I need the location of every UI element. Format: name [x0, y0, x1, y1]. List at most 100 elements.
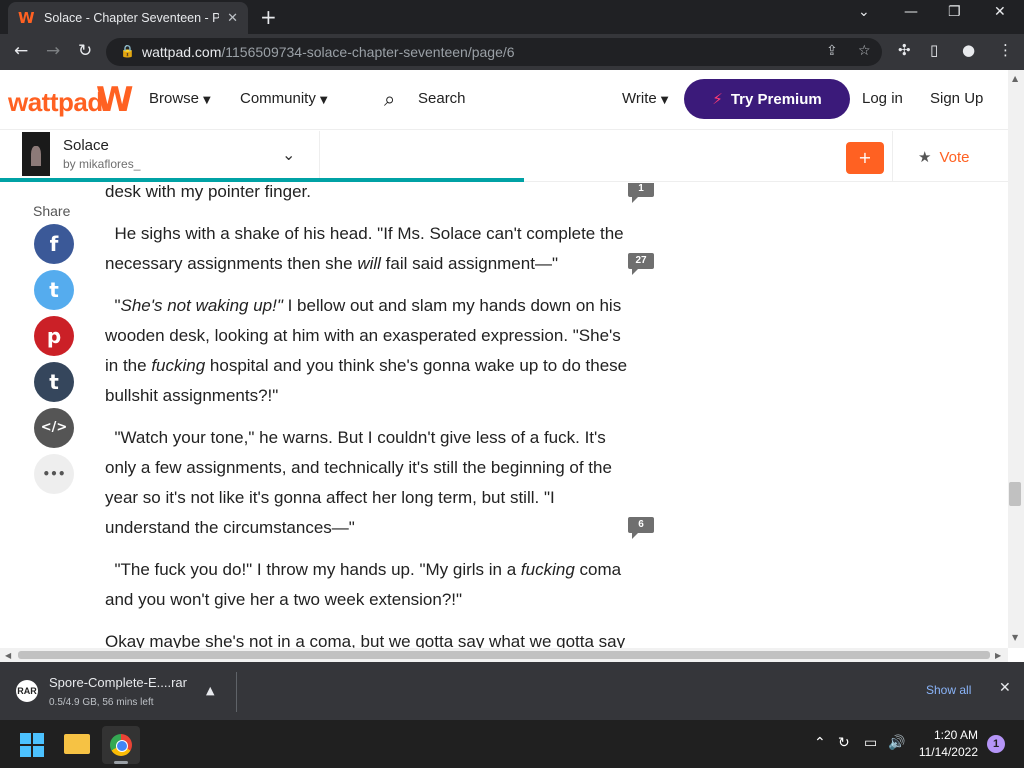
lock-icon[interactable]: 🔒 [120, 44, 135, 58]
search-icon[interactable]: ⌕ [384, 87, 395, 111]
reload-icon[interactable]: ↻ [78, 41, 92, 61]
tab-search-icon[interactable]: ⌄ [858, 4, 870, 20]
pinterest-icon: p [46, 324, 62, 348]
tumblr-icon: t [49, 370, 59, 394]
side-panel-icon[interactable]: ▯ [930, 41, 938, 59]
share-page-icon[interactable]: ⇪ [826, 43, 838, 59]
story-paragraph: "Watch your tone," he warns. But I could… [105, 428, 612, 537]
story-text: desk with my pointer finger. He sighs wi… [105, 183, 630, 648]
facebook-icon: f [49, 232, 59, 256]
browser-tab[interactable]: W Solace - Chapter Seventeen - Pag ✕ [8, 2, 248, 34]
more-share-button[interactable]: ••• [34, 454, 74, 494]
chevron-down-icon[interactable]: ⌄ [282, 145, 295, 164]
story-paragraph: "The fuck you do!" I throw my hands up. … [105, 560, 622, 609]
sync-icon[interactable]: ↻ [838, 735, 850, 751]
embed-share-button[interactable]: </> [34, 408, 74, 448]
minimize-icon[interactable]: — [904, 4, 918, 20]
story-paragraph: Okay maybe she's not in a coma, but we g… [105, 632, 626, 648]
scroll-up-icon[interactable]: ▲ [1012, 74, 1018, 83]
twitter-icon: t [49, 278, 59, 302]
wattpad-logo[interactable]: wattpad [8, 87, 103, 118]
story-paragraph: He sighs with a shake of his head. "If M… [105, 224, 624, 273]
notification-badge[interactable]: 1 [987, 735, 1005, 753]
download-filename[interactable]: Spore-Complete-E....rar [49, 675, 187, 690]
more-icon: ••• [42, 467, 66, 481]
story-author[interactable]: by mikaflores_ [63, 157, 140, 171]
reading-progress-bar [0, 178, 525, 182]
windows-start-icon[interactable] [20, 733, 44, 757]
browse-menu[interactable]: Browse ▼ [149, 90, 211, 107]
pinterest-share-button[interactable]: p [34, 316, 74, 356]
story-title[interactable]: Solace [63, 137, 109, 154]
close-downloads-icon[interactable]: ✕ [999, 680, 1011, 696]
wattpad-favicon-icon: W [18, 9, 35, 27]
windows-taskbar: ⌃ ↻ ▭ 🔊 1:20 AM 11/14/2022 1 [0, 720, 1024, 768]
divider [892, 131, 893, 182]
login-link[interactable]: Log in [862, 90, 903, 107]
chevron-down-icon: ▼ [319, 95, 328, 106]
horizontal-scroll-thumb[interactable] [18, 651, 990, 659]
lightning-icon: ⚡ [712, 90, 723, 108]
story-paragraph: desk with my pointer finger. [105, 183, 311, 201]
inline-comment-badge[interactable]: 27 [628, 253, 654, 275]
community-menu[interactable]: Community ▼ [240, 90, 328, 107]
wattpad-header: wattpad W Browse ▼ Community ▼ ⌕ Search Wr… [0, 70, 1008, 130]
address-bar[interactable]: 🔒 wattpad.com/1156509734-solace-chapter-… [106, 38, 882, 66]
chrome-menu-icon[interactable]: ⋮ [998, 41, 1013, 59]
wattpad-logo-icon[interactable]: W [96, 80, 134, 120]
vertical-scrollbar[interactable] [1008, 70, 1024, 648]
tab-close-icon[interactable]: ✕ [227, 11, 238, 26]
profile-icon[interactable]: ● [962, 41, 975, 59]
try-premium-button[interactable]: ⚡ Try Premium [684, 79, 850, 119]
browser-tab-strip: W Solace - Chapter Seventeen - Pag ✕ + ⌄… [0, 0, 1024, 34]
tray-chevron-icon[interactable]: ⌃ [814, 735, 826, 751]
show-all-downloads-link[interactable]: Show all [926, 683, 971, 697]
browser-toolbar: ← → ↻ 🔒 wattpad.com/1156509734-solace-ch… [0, 34, 1024, 70]
chrome-icon [110, 734, 132, 756]
story-cover[interactable] [22, 132, 50, 176]
network-icon[interactable]: ▭ [864, 735, 877, 751]
chevron-down-icon: ▼ [203, 95, 211, 106]
share-label: Share [33, 203, 71, 219]
forward-icon[interactable]: → [46, 41, 60, 61]
extensions-icon[interactable]: ✣ [898, 41, 911, 59]
scroll-left-icon[interactable]: ◀ [5, 651, 11, 660]
divider [236, 672, 237, 712]
chrome-taskbar-button[interactable] [102, 726, 140, 764]
twitter-share-button[interactable]: t [34, 270, 74, 310]
new-tab-button[interactable]: + [260, 5, 277, 29]
facebook-share-button[interactable]: f [34, 224, 74, 264]
divider [319, 131, 320, 182]
inline-comment-badge[interactable]: 6 [628, 517, 654, 539]
download-status: 0.5/4.9 GB, 56 mins left [49, 697, 154, 708]
file-explorer-icon[interactable] [64, 734, 90, 754]
chevron-down-icon: ▼ [660, 95, 669, 106]
search-button[interactable]: Search [418, 90, 466, 107]
story-paragraph: "She's not waking up!" I bellow out and … [105, 296, 628, 405]
tumblr-share-button[interactable]: t [34, 362, 74, 402]
tab-title: Solace - Chapter Seventeen - Pag [44, 11, 219, 25]
restore-icon[interactable]: ❐ [948, 4, 961, 20]
story-toolbar: Solace by mikaflores_ ⌄ + ★ Vote [0, 131, 1008, 182]
clock-date[interactable]: 11/14/2022 [916, 745, 978, 759]
scroll-right-icon[interactable]: ▶ [995, 651, 1001, 660]
embed-icon: </> [40, 420, 68, 435]
url-text: wattpad.com/1156509734-solace-chapter-se… [142, 44, 515, 60]
vertical-scroll-thumb[interactable] [1009, 482, 1021, 506]
add-to-library-button[interactable]: + [846, 142, 884, 174]
volume-icon[interactable]: 🔊 [888, 735, 905, 751]
rar-file-icon: RAR [16, 680, 38, 702]
star-icon: ★ [918, 148, 932, 166]
signup-link[interactable]: Sign Up [930, 90, 983, 107]
bookmark-star-icon[interactable]: ☆ [858, 43, 871, 59]
write-menu[interactable]: Write ▼ [622, 90, 668, 107]
vote-button[interactable]: ★ Vote [918, 148, 969, 166]
scroll-down-icon[interactable]: ▼ [1012, 633, 1018, 642]
window-close-icon[interactable]: ✕ [994, 4, 1006, 20]
back-icon[interactable]: ← [14, 41, 28, 61]
active-app-indicator [114, 761, 128, 764]
chevron-up-icon[interactable]: ▲ [206, 684, 214, 697]
inline-comment-badge[interactable]: 1 [628, 183, 654, 203]
reading-area: Share f t p t </> ••• desk with my point… [0, 183, 1008, 648]
clock-time[interactable]: 1:20 AM [930, 728, 978, 742]
